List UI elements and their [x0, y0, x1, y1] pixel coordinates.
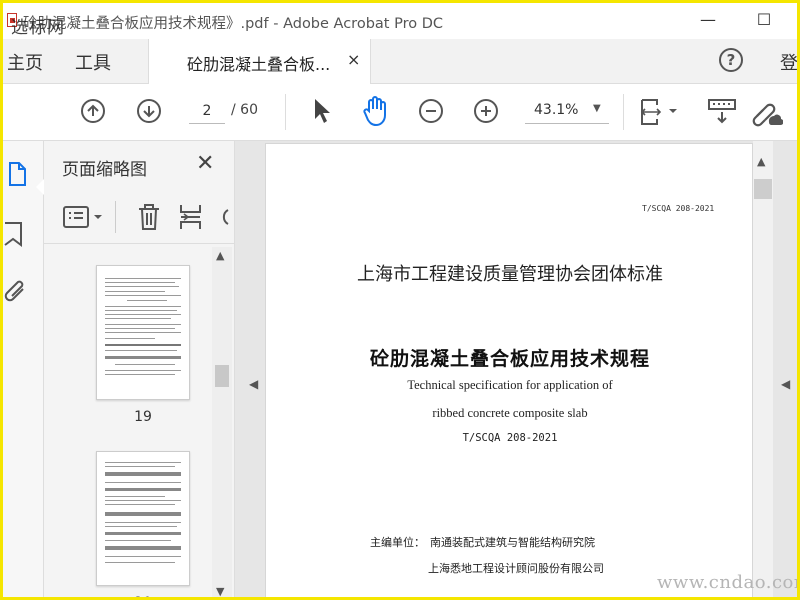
prev-page-icon[interactable]	[81, 99, 105, 123]
main-toolbar: / 60 43.1% ▼	[3, 84, 797, 141]
tab-home[interactable]: 主页	[7, 49, 43, 75]
app-window: 砼肋混凝土叠合板应用技术规程》.pdf - Adobe Acrobat Pro …	[0, 0, 800, 600]
page-thumbnails-icon	[9, 162, 26, 186]
tab-bar: 主页 工具 砼肋混凝土叠合板... × ? 登	[3, 39, 797, 84]
insert-page-icon[interactable]	[178, 202, 204, 232]
panel-title: 页面缩略图	[62, 160, 147, 180]
chevron-up-icon[interactable]: ▲	[216, 249, 224, 262]
select-arrow-icon[interactable]	[311, 97, 333, 129]
share-link-icon[interactable]	[749, 96, 784, 132]
chevron-down-icon[interactable]: ▼	[216, 585, 224, 597]
hand-tool-icon[interactable]	[361, 95, 391, 131]
paperclip-icon	[4, 280, 24, 302]
title-bar: 砼肋混凝土叠合板应用技术规程》.pdf - Adobe Acrobat Pro …	[3, 3, 797, 39]
editor-unit-1: 南通装配式建筑与智能结构研究院	[430, 536, 595, 549]
page-total: / 60	[231, 102, 258, 118]
zoom-dropdown[interactable]: 43.1% ▼	[525, 99, 609, 124]
scrollbar-thumb[interactable]	[215, 365, 229, 387]
rail-item-pages[interactable]	[3, 155, 44, 195]
left-icon-rail	[3, 141, 44, 597]
thumbnail-page[interactable]	[96, 265, 190, 400]
chevron-down-icon: ▼	[593, 103, 601, 114]
english-title-line-1: Technical specification for application …	[407, 378, 613, 392]
panel-divider	[115, 201, 116, 233]
document-title: 砼肋混凝土叠合板应用技术规程	[369, 348, 650, 370]
collapse-left-icon[interactable]: ◀	[249, 377, 258, 391]
scrollbar-thumb[interactable]	[754, 179, 772, 199]
bookmark-icon	[4, 222, 22, 247]
tab-tools[interactable]: 工具	[75, 49, 111, 75]
trash-icon[interactable]	[136, 202, 162, 232]
panel-toolbar	[44, 191, 234, 244]
thumbnail-label: 20	[96, 595, 190, 597]
help-icon[interactable]: ?	[719, 48, 743, 72]
expand-right-icon[interactable]: ◀	[781, 377, 790, 391]
pdf-page: T/SCQA 208-2021 上海市工程建设质量管理协会团体标准 砼肋混凝土叠…	[265, 143, 753, 597]
zoom-out-icon[interactable]	[419, 99, 443, 123]
sign-in-link[interactable]: 登	[780, 49, 797, 75]
toolbar-divider	[623, 94, 624, 130]
tab-document[interactable]: 砼肋混凝土叠合板... ×	[148, 39, 371, 84]
close-icon[interactable]: ✕	[196, 151, 214, 176]
minimize-button[interactable]: —	[693, 9, 723, 33]
keyboard-icon[interactable]	[707, 98, 737, 130]
editor-unit-2: 上海悉地工程设计顾问股份有限公司	[428, 562, 604, 575]
tab-close-icon[interactable]: ×	[347, 50, 360, 69]
document-scrollbar[interactable]: ▲	[753, 141, 773, 597]
window-title: 砼肋混凝土叠合板应用技术规程》.pdf - Adobe Acrobat Pro …	[23, 16, 443, 32]
site-watermark: www.cndao.com	[657, 572, 800, 593]
toolbar-divider	[285, 94, 286, 130]
page-fit-icon[interactable]	[639, 97, 683, 131]
thumbnail-scrollbar[interactable]: ▲ ▼	[212, 247, 232, 597]
next-page-icon[interactable]	[137, 99, 161, 123]
english-title-line-2: ribbed concrete composite slab	[432, 406, 588, 420]
overlay-watermark-text: 选标网	[11, 18, 65, 38]
rotate-icon[interactable]	[218, 204, 232, 230]
thumbnails-panel: 页面缩略图 ✕ 19 ▲ ▼	[44, 141, 235, 597]
standard-number: T/SCQA 208-2021	[462, 432, 558, 444]
rail-item-attachments[interactable]	[3, 271, 43, 311]
editor-label: 主编单位：	[370, 536, 425, 549]
thumbnail-page[interactable]	[96, 451, 190, 586]
rail-active-pointer	[36, 179, 44, 195]
maximize-button[interactable]: ☐	[749, 9, 779, 33]
association-title: 上海市工程建设质量管理协会团体标准	[357, 264, 663, 285]
page-number-input[interactable]	[189, 99, 225, 124]
document-viewport: ◀ T/SCQA 208-2021 上海市工程建设质量管理协会团体标准 砼肋混凝…	[235, 141, 797, 597]
thumbnail-label: 19	[134, 409, 152, 425]
zoom-value: 43.1%	[534, 102, 579, 118]
zoom-in-icon[interactable]	[474, 99, 498, 123]
chevron-up-icon[interactable]: ▲	[757, 155, 765, 168]
options-menu-icon[interactable]	[62, 205, 106, 229]
rail-item-bookmarks[interactable]	[3, 213, 43, 253]
tab-document-label: 砼肋混凝土叠合板...	[187, 55, 331, 74]
standard-number-header: T/SCQA 208-2021	[642, 204, 715, 213]
